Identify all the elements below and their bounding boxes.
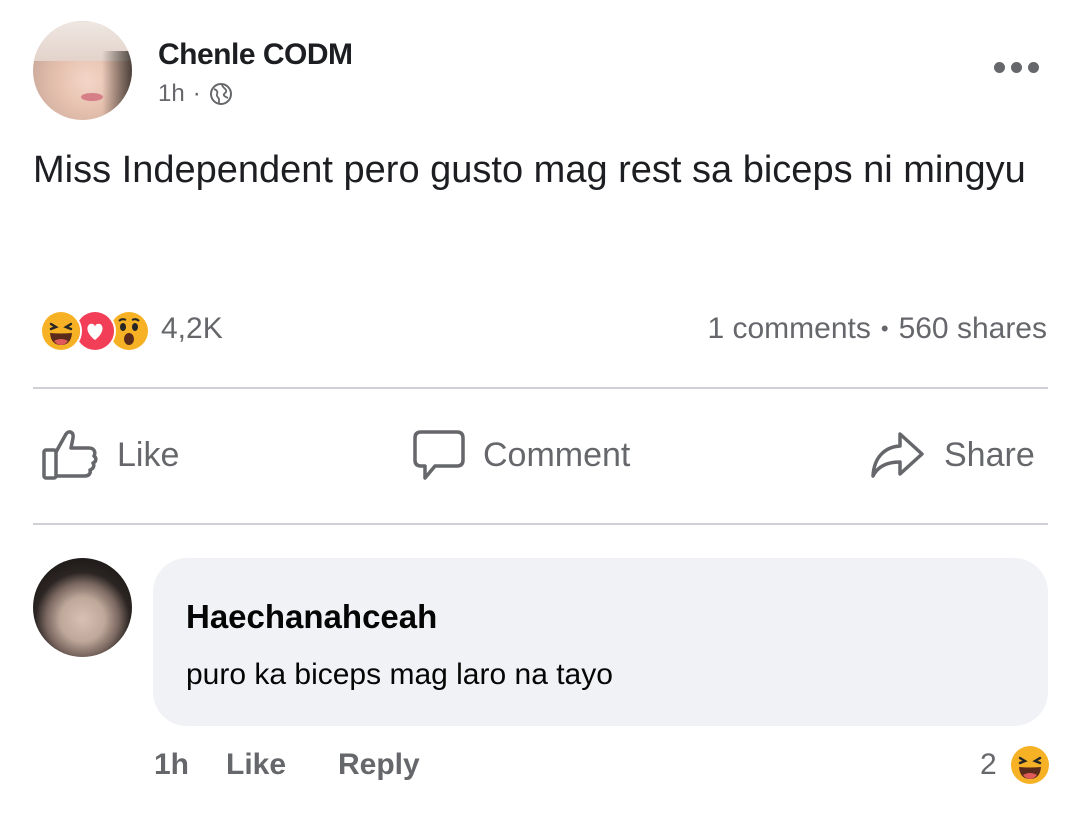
comment-reply-button[interactable]: Reply: [338, 748, 420, 782]
comment-icon: [413, 430, 465, 480]
comments-count[interactable]: 1 comments: [707, 312, 870, 346]
post-meta: 1h ·: [158, 80, 233, 108]
post-time[interactable]: 1h: [158, 80, 185, 108]
comment-button[interactable]: Comment: [413, 424, 630, 486]
share-icon: [871, 432, 924, 478]
reaction-count[interactable]: 4,2K: [161, 312, 223, 346]
more-options-icon[interactable]: [994, 62, 1039, 73]
haha-icon: [40, 310, 82, 352]
commenter-name[interactable]: Haechanahceah: [186, 598, 437, 636]
share-label: Share: [944, 435, 1035, 474]
meta-separator: ·: [192, 80, 201, 107]
like-button[interactable]: Like: [41, 424, 179, 486]
reaction-summary[interactable]: [40, 310, 160, 352]
comment-text: puro ka biceps mag laro na tayo: [186, 658, 613, 691]
comment-bubble[interactable]: [153, 558, 1048, 726]
comment-like-button[interactable]: Like: [226, 748, 286, 782]
divider-bottom: [33, 523, 1048, 525]
globe-icon[interactable]: [209, 82, 233, 106]
share-button[interactable]: Share: [870, 424, 1035, 486]
author-name[interactable]: Chenle CODM: [158, 38, 353, 72]
divider-top: [33, 387, 1048, 389]
post-stats: 1 comments • 560 shares: [707, 312, 1047, 346]
shares-count[interactable]: 560 shares: [899, 312, 1047, 346]
commenter-avatar[interactable]: [33, 558, 132, 657]
like-label: Like: [117, 435, 180, 474]
post-text: Miss Independent pero gusto mag rest sa …: [33, 149, 1026, 191]
author-avatar[interactable]: [33, 21, 132, 120]
comment-label: Comment: [483, 435, 631, 474]
stats-separator: •: [880, 316, 889, 341]
haha-icon[interactable]: [1011, 746, 1049, 784]
comment-reaction-count[interactable]: 2: [980, 748, 997, 782]
comment-time[interactable]: 1h: [154, 748, 189, 782]
thumbs-up-icon: [42, 430, 98, 480]
